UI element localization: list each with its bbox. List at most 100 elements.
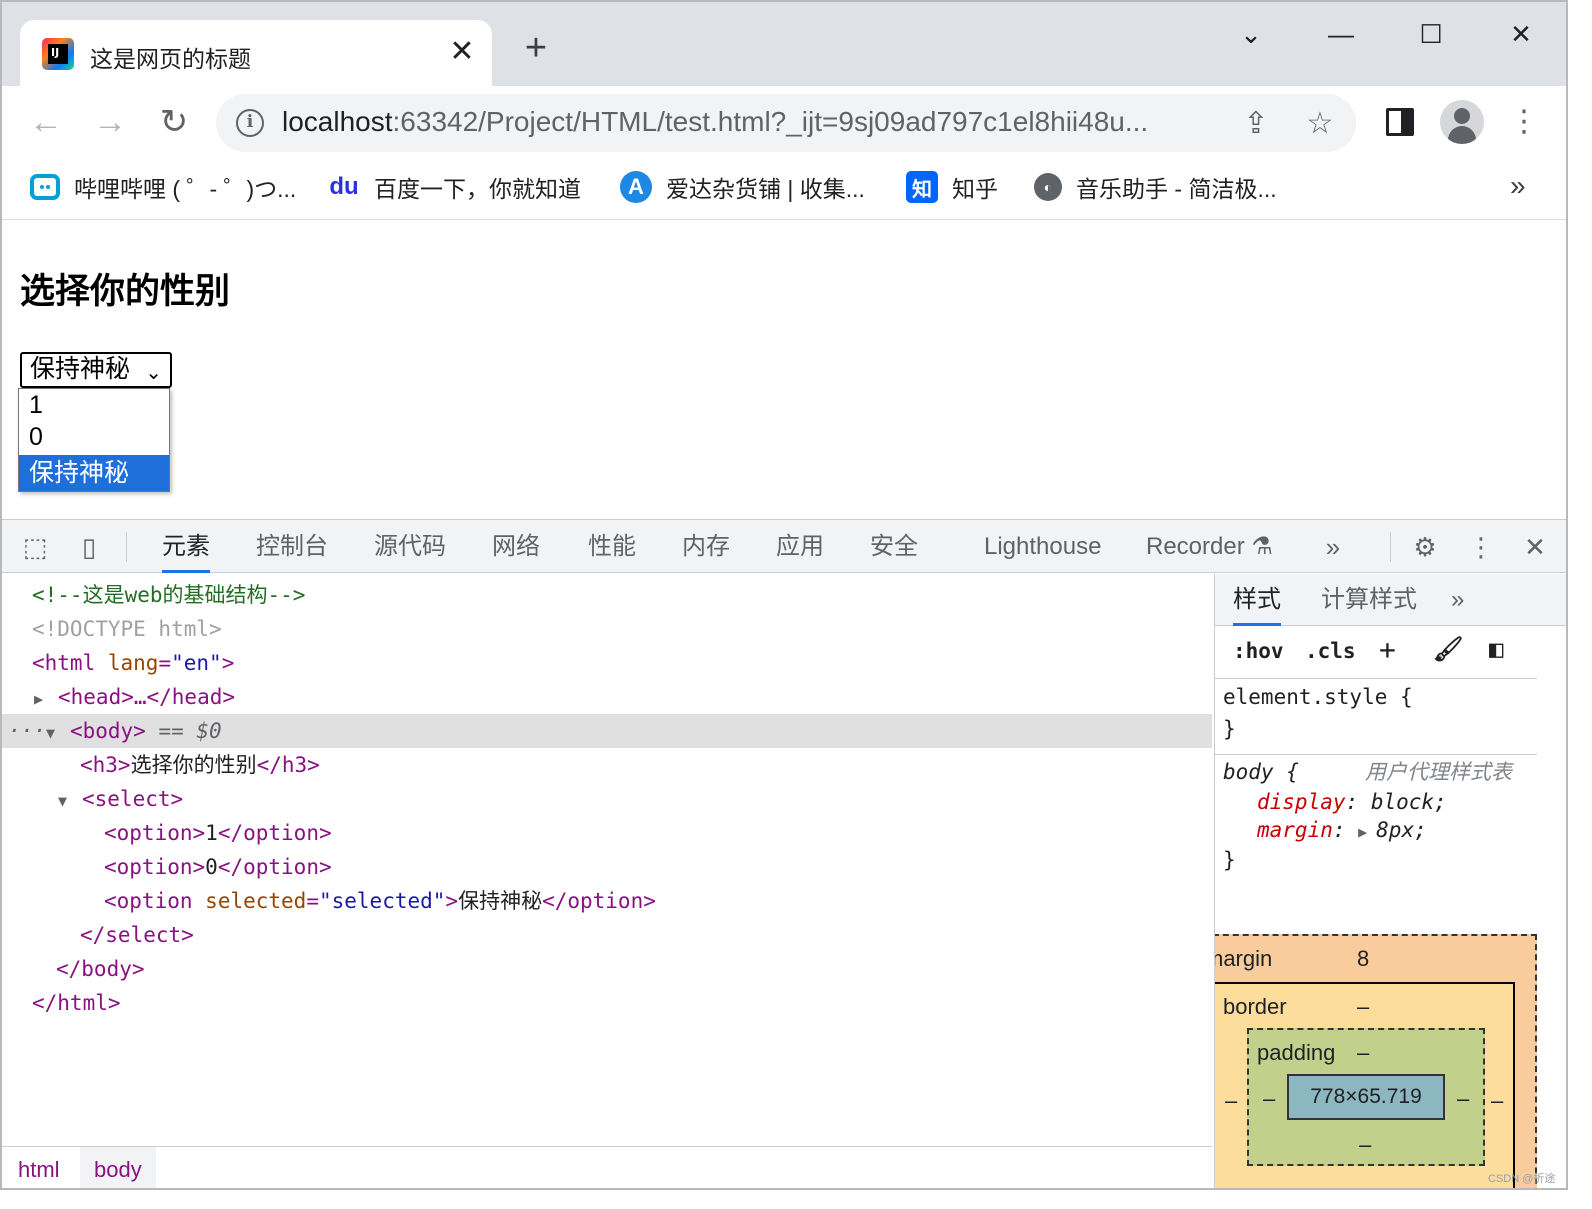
ada-icon: A <box>620 171 652 203</box>
bookmark-music[interactable]: ◐ 音乐助手 - 简洁极... <box>1034 170 1277 204</box>
styles-filter-bar: :hov .cls + 🖌 ◧ <box>1215 627 1537 679</box>
tab-sources[interactable]: 源代码 <box>374 520 446 573</box>
tab-memory[interactable]: 内存 <box>682 520 730 573</box>
bookmark-zhihu[interactable]: 知 知乎 <box>906 170 998 204</box>
select-option[interactable]: 0 <box>19 421 169 453</box>
box-model: margin 8 border – – – padding – – – – <box>1215 934 1537 1188</box>
select-option-selected[interactable]: 保持神秘 <box>19 455 169 491</box>
forward-arrow-icon[interactable]: → <box>88 100 132 144</box>
bookmark-baidu[interactable]: du 百度一下，你就知道 <box>328 170 581 204</box>
dom-tree: <!--这是web的基础结构--> <!DOCTYPE html> <html … <box>2 574 1212 1146</box>
styles-pane: 样式 计算样式 » :hov .cls + 🖌 ◧ element.style … <box>1214 574 1566 1188</box>
breadcrumb: html body <box>2 1146 1212 1188</box>
menu-kebab-icon[interactable]: ⋮ <box>1502 100 1546 144</box>
collapse-triangle-icon[interactable]: ▼ <box>58 784 82 818</box>
settings-gear-icon[interactable]: ⚙ <box>1408 530 1442 564</box>
inspect-element-icon[interactable]: ⬚ <box>18 530 52 564</box>
box-model-content-size[interactable]: 778×65.719 <box>1287 1074 1445 1120</box>
browser-tab[interactable]: IJ 这是网页的标题 ✕ <box>20 20 492 88</box>
breadcrumb-html[interactable]: html <box>4 1147 74 1188</box>
url-text[interactable]: localhost:63342/Project/HTML/test.html?_… <box>282 106 1212 138</box>
dom-node-select[interactable]: ▼ <select> <box>2 782 1212 816</box>
reload-icon[interactable]: ↻ <box>152 100 196 144</box>
add-rule-icon[interactable]: + <box>1379 633 1396 666</box>
page-heading: 选择你的性别 <box>20 272 231 311</box>
tab-styles[interactable]: 样式 <box>1233 574 1281 626</box>
tab-recorder[interactable]: Recorder ⚗ <box>1146 520 1273 573</box>
dom-node-select-close[interactable]: </select> <box>2 918 1212 952</box>
tab-elements[interactable]: 元素 <box>162 520 210 573</box>
collapse-triangle-icon[interactable]: ▼ <box>46 716 70 750</box>
globe-icon: ◐ <box>1034 173 1062 201</box>
css-property-margin[interactable]: margin: ▶ 8px; <box>1257 815 1427 845</box>
dom-node-doctype[interactable]: <!DOCTYPE html> <box>2 612 1212 646</box>
tab-console[interactable]: 控制台 <box>256 520 328 573</box>
paint-brush-icon[interactable]: 🖌 <box>1433 635 1463 663</box>
profile-avatar-icon[interactable] <box>1440 100 1484 144</box>
breadcrumb-body[interactable]: body <box>80 1147 156 1188</box>
hov-toggle[interactable]: :hov <box>1233 639 1284 663</box>
tab-title: 这是网页的标题 <box>90 46 251 72</box>
tab-search-button[interactable]: ⌄ <box>1228 14 1274 54</box>
select-option[interactable]: 1 <box>19 389 169 421</box>
bookmark-bilibili[interactable]: 哔哩哔哩 ( ゜- ゜)つ... <box>30 170 296 204</box>
maximize-button[interactable]: ☐ <box>1408 14 1454 54</box>
dom-node-option[interactable]: <option>0</option> <box>2 850 1212 884</box>
dom-node-body-selected[interactable]: ···▼ <body> == $0 <box>2 714 1212 748</box>
side-panel-icon[interactable] <box>1386 108 1414 136</box>
chevron-down-icon: ⌄ <box>145 362 162 384</box>
dom-node-h3[interactable]: <h3>选择你的性别</h3> <box>2 748 1212 782</box>
watermark: CSDN @折途 <box>1488 1173 1556 1185</box>
toolbar: ← → ↻ i localhost:63342/Project/HTML/tes… <box>2 86 1566 158</box>
dom-node-body-close[interactable]: </body> <box>2 952 1212 986</box>
box-model-border[interactable]: border – – – padding – – – – 778×65.719 <box>1215 982 1515 1188</box>
tab-performance[interactable]: 性能 <box>588 520 636 573</box>
expand-triangle-icon[interactable]: ▶ <box>1358 817 1376 847</box>
dom-node-comment[interactable]: <!--这是web的基础结构--> <box>2 578 1212 612</box>
toggle-sidebar-icon[interactable]: ◧ <box>1489 635 1503 663</box>
body-ua-rule: body { 用户代理样式表 display: block; margin: ▶… <box>1215 754 1537 878</box>
tab-lighthouse[interactable]: Lighthouse <box>984 520 1101 573</box>
device-toolbar-icon[interactable]: ▯ <box>72 530 106 564</box>
title-bar: IJ 这是网页的标题 ✕ + ⌄ — ☐ ✕ <box>2 2 1566 88</box>
box-model-padding[interactable]: padding – – – – 778×65.719 <box>1247 1028 1485 1166</box>
dom-node-option[interactable]: <option>1</option> <box>2 816 1212 850</box>
expand-triangle-icon[interactable]: ▶ <box>34 682 58 716</box>
css-property-display[interactable]: display: block; <box>1257 787 1447 817</box>
dom-node-head[interactable]: ▶ <head>…</head> <box>2 680 1212 714</box>
styles-tab-bar: 样式 计算样式 » <box>1215 574 1566 626</box>
user-agent-label: 用户代理样式表 <box>1365 760 1512 784</box>
minimize-button[interactable]: — <box>1318 14 1364 54</box>
box-model-margin[interactable]: margin 8 border – – – padding – – – – <box>1215 934 1537 1188</box>
bilibili-icon <box>30 174 60 200</box>
dom-node-option-selected[interactable]: <option selected="selected">保持神秘</option… <box>2 884 1212 918</box>
bookmarks-overflow-icon[interactable]: » <box>1510 170 1526 202</box>
bookmark-star-icon[interactable]: ☆ <box>1302 106 1338 142</box>
site-info-icon[interactable]: i <box>236 109 264 137</box>
devtools-menu-icon[interactable]: ⋮ <box>1464 530 1498 564</box>
flask-icon: ⚗ <box>1251 533 1273 560</box>
baidu-icon: du <box>329 173 359 200</box>
dom-node-html[interactable]: <html lang="en"> <box>2 646 1212 680</box>
close-devtools-icon[interactable]: ✕ <box>1518 530 1552 564</box>
cls-toggle[interactable]: .cls <box>1305 639 1356 663</box>
browser-window: IJ 这是网页的标题 ✕ + ⌄ — ☐ ✕ ← → ↻ i localhost… <box>0 0 1568 1190</box>
close-window-button[interactable]: ✕ <box>1498 14 1544 54</box>
address-bar[interactable]: i localhost:63342/Project/HTML/test.html… <box>216 94 1356 152</box>
more-tabs-icon[interactable]: » <box>1316 530 1350 564</box>
dom-node-html-close[interactable]: </html> <box>2 986 1212 1020</box>
bookmark-ada[interactable]: A 爱达杂货铺 | 收集... <box>620 170 865 204</box>
tab-application[interactable]: 应用 <box>776 520 824 573</box>
tab-computed[interactable]: 计算样式 <box>1321 574 1417 626</box>
new-tab-button[interactable]: + <box>518 29 554 67</box>
page-viewport: 选择你的性别 保持神秘 ⌄ 1 0 保持神秘 <box>2 221 1566 519</box>
bookmarks-bar: 哔哩哔哩 ( ゜- ゜)つ... du 百度一下，你就知道 A 爱达杂货铺 | … <box>2 158 1566 220</box>
gender-select[interactable]: 保持神秘 ⌄ <box>20 352 172 388</box>
back-arrow-icon[interactable]: ← <box>24 100 68 144</box>
tab-close-icon[interactable]: ✕ <box>448 36 476 68</box>
tab-network[interactable]: 网络 <box>492 520 540 573</box>
ellipsis-icon[interactable]: ··· <box>8 719 46 743</box>
share-icon[interactable]: ⇪ <box>1238 106 1274 142</box>
styles-more-icon[interactable]: » <box>1451 574 1464 626</box>
tab-security[interactable]: 安全 <box>870 520 918 573</box>
